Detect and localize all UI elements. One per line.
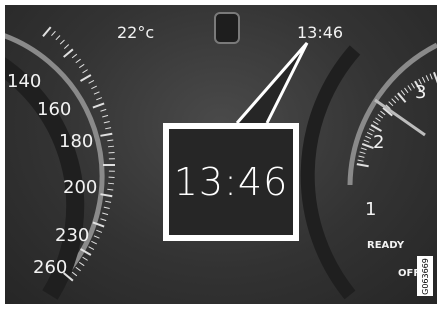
power-tick xyxy=(429,73,433,80)
power-tick xyxy=(400,90,406,96)
power-tick xyxy=(388,101,394,107)
speed-tick xyxy=(63,44,70,49)
speed-tick xyxy=(88,246,95,250)
power-tick xyxy=(363,139,370,143)
figure-id-box: G063669 xyxy=(417,256,433,296)
power-tick xyxy=(366,131,373,136)
power-tick xyxy=(359,151,366,155)
callout-pointer xyxy=(235,42,309,124)
power-tick xyxy=(407,85,412,91)
speed-tick xyxy=(71,53,78,59)
temperature-readout: 22°c xyxy=(117,23,154,42)
speed-label-140: 140 xyxy=(7,71,41,92)
speed-label-180: 180 xyxy=(59,131,93,152)
speed-tick xyxy=(96,229,103,233)
status-indicator-icon xyxy=(214,12,240,44)
power-tick xyxy=(358,155,365,158)
speed-tick xyxy=(91,240,98,245)
power-tick xyxy=(360,147,367,151)
speed-tick xyxy=(100,218,107,222)
power-tick xyxy=(365,135,372,140)
figure-id: G063669 xyxy=(420,257,430,295)
speed-tick xyxy=(51,30,56,37)
clock-callout-panel: 13:46 xyxy=(169,129,293,235)
power-tick xyxy=(372,120,379,126)
speed-tick xyxy=(105,127,112,130)
ready-label: READY xyxy=(367,240,405,251)
speed-tick xyxy=(93,91,100,95)
speed-tick xyxy=(79,74,92,82)
speedometer: 140 160 180 200 230 260 xyxy=(5,26,115,300)
speed-tick xyxy=(105,200,112,203)
speed-tick xyxy=(78,261,85,267)
power-gauge-bezel xyxy=(300,45,361,300)
power-tick xyxy=(375,117,381,122)
power-tick xyxy=(391,98,397,104)
speed-label-260: 260 xyxy=(33,257,67,278)
power-tick xyxy=(361,143,374,150)
speed-tick xyxy=(96,97,103,101)
power-tick xyxy=(425,75,430,82)
speed-tick xyxy=(78,63,85,69)
speed-tick xyxy=(82,256,88,261)
speed-tick xyxy=(100,132,113,137)
speed-tick xyxy=(59,39,65,45)
speed-label-200: 200 xyxy=(63,177,97,198)
power-tick xyxy=(356,163,369,168)
speed-tick xyxy=(103,206,110,210)
callout-clock-time: 13:46 xyxy=(173,160,289,204)
power-tick xyxy=(394,95,400,101)
speed-label-230: 230 xyxy=(55,225,89,246)
speed-tick xyxy=(71,271,78,277)
power-tick xyxy=(380,110,386,116)
power-label-1: 1 xyxy=(365,199,376,220)
speed-label-160: 160 xyxy=(37,99,71,120)
power-tick xyxy=(433,71,437,84)
speed-tick xyxy=(55,35,61,41)
speed-tick xyxy=(42,26,52,37)
power-tick xyxy=(357,159,364,162)
speed-tick xyxy=(103,120,110,124)
power-gauge-arc xyxy=(347,42,437,186)
speed-tick xyxy=(63,48,74,58)
speed-tick xyxy=(93,235,100,239)
power-tick xyxy=(404,87,409,94)
speed-tick xyxy=(107,188,114,191)
speed-tick xyxy=(107,145,115,148)
speed-tick xyxy=(92,102,105,109)
figure-frame: 140 160 180 200 230 260 3 2 1 READY OFF … xyxy=(0,0,444,309)
speed-tick xyxy=(75,58,81,64)
speed-tick xyxy=(75,266,81,272)
speed-tick xyxy=(91,85,98,90)
clock-readout: 13:46 xyxy=(297,23,343,42)
power-tick xyxy=(377,114,384,119)
speed-tick xyxy=(107,139,114,142)
speed-tick xyxy=(102,114,109,118)
power-label-2: 2 xyxy=(373,132,384,153)
power-label-3: 3 xyxy=(415,82,426,103)
speed-tick xyxy=(100,108,107,112)
speed-tick xyxy=(107,182,115,185)
speed-tick xyxy=(82,69,88,74)
speed-tick xyxy=(88,80,95,84)
clock-callout: 13:46 xyxy=(163,123,299,241)
speed-tick xyxy=(102,212,109,216)
